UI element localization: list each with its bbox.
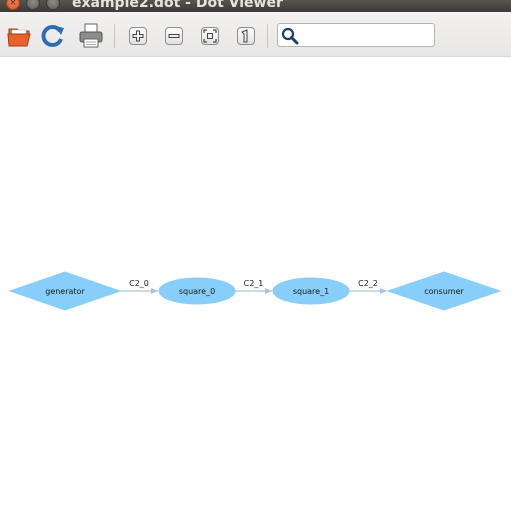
search-input[interactable]	[302, 26, 434, 46]
edge-label: C2_2	[358, 279, 378, 288]
window-maximize-button[interactable]	[46, 0, 60, 10]
node-label: square_0	[179, 287, 215, 296]
print-icon	[79, 23, 103, 48]
edge-label: C2_1	[244, 279, 264, 288]
toolbar-separator	[114, 24, 115, 48]
close-icon: ×	[9, 0, 17, 8]
graph-node-generator[interactable]: generator	[8, 271, 122, 311]
edge-label: C2_0	[129, 279, 149, 288]
dot-viewer-window: × example2.dot - Dot Viewer C2_0 C2_1 C2…	[0, 0, 511, 517]
open-button[interactable]	[6, 22, 34, 50]
search-box[interactable]	[277, 23, 435, 47]
node-label: generator	[45, 287, 85, 296]
zoom-fit-icon	[203, 29, 217, 43]
zoom-100-icon	[241, 29, 248, 43]
window-minimize-button[interactable]	[26, 0, 40, 10]
zoom-out-icon	[168, 34, 180, 38]
title-bar: × example2.dot - Dot Viewer	[0, 0, 511, 12]
print-button[interactable]	[77, 22, 105, 50]
graph-node-square_1[interactable]: square_1	[272, 277, 350, 305]
window-close-button[interactable]: ×	[6, 0, 20, 10]
zoom-in-icon	[132, 30, 144, 42]
reload-button[interactable]	[39, 22, 67, 50]
toolbar-separator	[267, 24, 268, 48]
open-folder-icon	[7, 28, 31, 47]
graph-node-square_0[interactable]: square_0	[158, 277, 236, 305]
zoom-100-button[interactable]	[237, 27, 255, 45]
zoom-in-button[interactable]	[129, 27, 147, 45]
reload-icon	[41, 25, 64, 47]
window-title: example2.dot - Dot Viewer	[72, 0, 283, 11]
search-icon	[281, 27, 299, 45]
zoom-fit-button[interactable]	[201, 27, 219, 45]
node-label: square_1	[293, 287, 329, 296]
graph-node-consumer[interactable]: consumer	[386, 271, 502, 311]
graph-view: C2_0 C2_1 C2_2 generator square_0 square_1 co…	[8, 271, 502, 311]
zoom-out-button[interactable]	[165, 27, 183, 45]
node-label: consumer	[424, 287, 464, 296]
toolbar	[0, 12, 511, 57]
graph-canvas[interactable]: C2_0 C2_1 C2_2 generator square_0 square_1 co…	[0, 57, 511, 517]
